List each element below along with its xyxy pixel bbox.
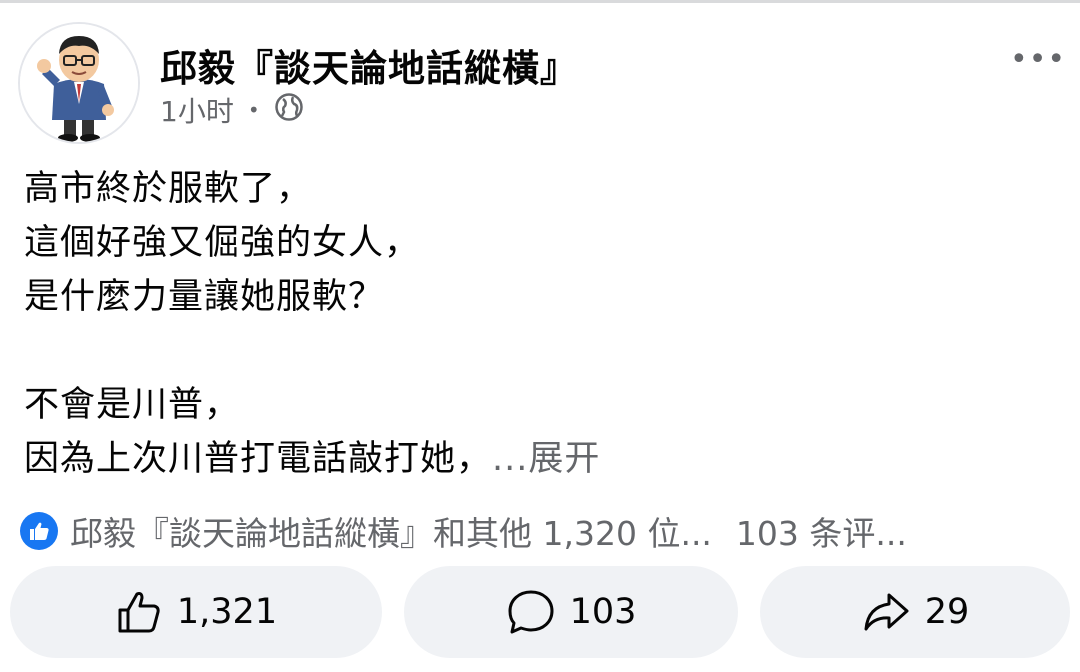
page-name[interactable]: 邱毅『談天論地話縱橫』 [160, 38, 578, 92]
more-horizontal-icon[interactable]: ••• [1010, 42, 1066, 78]
post-line-last: 因為上次川普打電話敲打她，...展开 [24, 432, 600, 486]
post-line: 是什麼力量讓她服軟？ [24, 277, 385, 317]
meta-separator: • [247, 98, 260, 122]
like-icon [20, 512, 58, 550]
post-meta: 1小时 • [160, 90, 304, 130]
reactions-summary[interactable]: 邱毅『談天論地話縱橫』和其他 1,320 位... [70, 507, 712, 555]
share-button[interactable]: 29 [760, 566, 1070, 658]
post-time[interactable]: 1小时 [160, 90, 234, 130]
like-button[interactable]: 1,321 [10, 566, 382, 658]
post-line: 高市終於服軟了， [24, 169, 313, 209]
post-line: 不會是川普， [24, 385, 241, 425]
comment-button[interactable]: 103 [404, 566, 738, 658]
post-line: 這個好強又倔強的女人， [24, 223, 421, 263]
globe-icon [274, 92, 304, 129]
post-line-text: 因為上次川普打電話敲打她， [24, 439, 493, 479]
thumbs-up-icon [118, 592, 160, 633]
share-count: 29 [924, 592, 970, 632]
comments-count[interactable]: 103 条评... [736, 507, 907, 555]
avatar[interactable] [18, 22, 140, 144]
share-icon [864, 593, 909, 631]
see-more-link[interactable]: ...展开 [492, 439, 600, 479]
comment-icon [508, 590, 554, 634]
like-count: 1,321 [176, 592, 278, 632]
post-text: 高市終於服軟了， 這個好強又倔強的女人， 是什麼力量讓她服軟？ 不會是川普， 因… [24, 162, 600, 486]
reactions-bar[interactable]: 邱毅『談天論地話縱橫』和其他 1,320 位... 103 条评... [20, 508, 1060, 554]
comment-count: 103 [569, 592, 637, 632]
top-divider [0, 0, 1080, 3]
avatar-illustration [20, 24, 138, 142]
